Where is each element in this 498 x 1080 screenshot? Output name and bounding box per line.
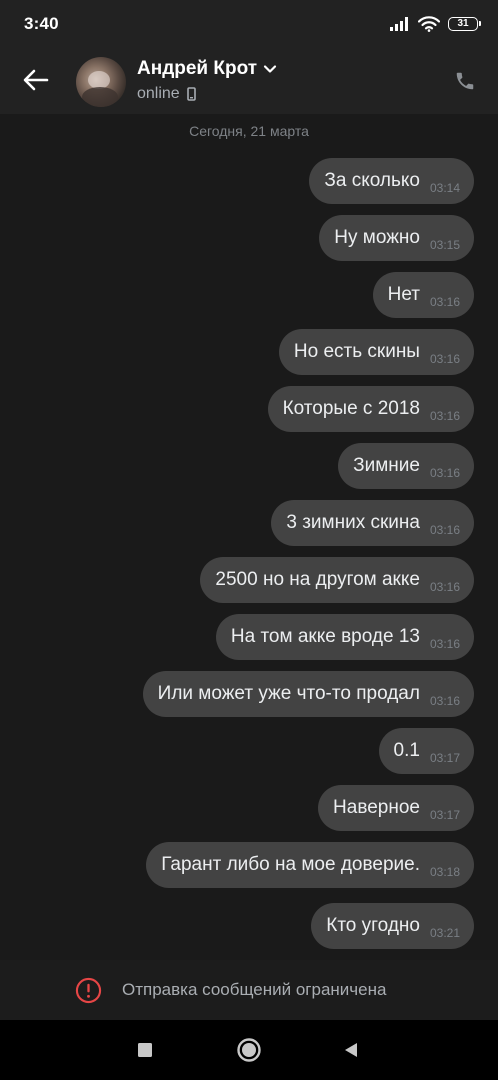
message-text: Гарант либо на мое доверие. (161, 854, 420, 875)
message-text: На том акке вроде 13 (230, 626, 420, 647)
message-text: Или может уже что-то продал (157, 683, 420, 704)
message-time: 03:17 (429, 751, 460, 765)
message-bubble[interactable]: 2500 но на другом акке 03:16 (200, 557, 474, 603)
back-button[interactable] (16, 60, 56, 100)
back-arrow-icon (23, 69, 49, 91)
recents-square-icon (138, 1043, 152, 1057)
message-time: 03:16 (429, 637, 460, 651)
message-bubble[interactable]: Наверное 03:17 (318, 785, 474, 831)
contact-info[interactable]: Андрей Крот online (137, 58, 277, 103)
home-button[interactable] (235, 1036, 263, 1064)
message-text: Ну можно (334, 227, 420, 248)
message-list[interactable]: Сегодня, 21 марта За сколько 03:14 Ну мо… (0, 114, 498, 960)
message-text: 0.1 (393, 740, 420, 761)
home-circle-icon (237, 1038, 261, 1062)
message-text: Нет (387, 284, 420, 305)
message-bubble[interactable]: На том акке вроде 13 03:16 (215, 614, 474, 660)
status-bar: 3:40 31 (0, 0, 498, 48)
message-text: Зимние (353, 455, 420, 476)
recents-button[interactable] (131, 1036, 159, 1064)
restricted-text: Отправка сообщений ограничена (122, 980, 387, 999)
message-bubble[interactable]: Которые с 2018 03:16 (267, 386, 474, 432)
message-text: Которые с 2018 (282, 398, 420, 419)
contact-status: online (137, 85, 180, 102)
chat-header: Андрей Крот online (0, 48, 498, 114)
back-triangle-icon (345, 1043, 357, 1057)
message-text: Но есть скины (293, 341, 420, 362)
avatar[interactable] (76, 57, 126, 107)
message-time: 03:16 (429, 352, 460, 366)
system-nav-bar (0, 1020, 498, 1080)
message-time: 03:14 (429, 181, 460, 195)
message-text: Наверное (333, 797, 420, 818)
message-bubble[interactable]: Но есть скины 03:16 (278, 329, 474, 375)
battery-icon: 31 (448, 17, 481, 31)
date-separator: Сегодня, 21 марта (189, 123, 309, 139)
phone-icon (456, 72, 474, 90)
message-time: 03:16 (429, 580, 460, 594)
warning-circle-icon (75, 977, 102, 1004)
message-bubble[interactable]: Нет 03:16 (372, 272, 474, 318)
message-time: 03:17 (429, 808, 460, 822)
nav-back-button[interactable] (337, 1036, 365, 1064)
messaging-restricted-notice: Отправка сообщений ограничена (0, 960, 498, 1020)
message-text: 3 зимних скина (286, 512, 420, 533)
message-bubble[interactable]: Гарант либо на мое доверие. 03:18 (146, 842, 474, 888)
status-time: 3:40 (24, 14, 59, 33)
message-time: 03:16 (429, 523, 460, 537)
chevron-down-icon (263, 65, 277, 73)
message-text: За сколько (324, 170, 420, 191)
message-bubble[interactable]: 3 зимних скина 03:16 (271, 500, 474, 546)
messages-column: За сколько 03:14 Ну можно 03:15 Нет 03:1… (142, 158, 474, 949)
message-time: 03:16 (429, 295, 460, 309)
message-bubble[interactable]: Кто угодно 03:21 (311, 903, 474, 949)
message-time: 03:16 (429, 466, 460, 480)
message-bubble[interactable]: 0.1 03:17 (378, 728, 474, 774)
message-bubble[interactable]: Ну можно 03:15 (319, 215, 474, 261)
status-icons: 31 (390, 14, 481, 34)
message-time: 03:15 (429, 238, 460, 252)
battery-level: 31 (457, 18, 469, 29)
signal-icon (390, 17, 408, 31)
message-time: 03:16 (429, 409, 460, 423)
wifi-icon (418, 16, 440, 32)
call-button[interactable] (450, 66, 480, 96)
message-bubble[interactable]: За сколько 03:14 (309, 158, 474, 204)
mobile-device-icon (186, 87, 196, 101)
message-time: 03:18 (429, 865, 460, 879)
message-time: 03:21 (429, 926, 460, 940)
message-bubble[interactable]: Или может уже что-то продал 03:16 (142, 671, 474, 717)
message-time: 03:16 (429, 694, 460, 708)
message-bubble[interactable]: Зимние 03:16 (338, 443, 474, 489)
contact-name: Андрей Крот (137, 58, 258, 79)
message-text: 2500 но на другом акке (215, 569, 420, 590)
message-text: Кто угодно (326, 915, 420, 936)
